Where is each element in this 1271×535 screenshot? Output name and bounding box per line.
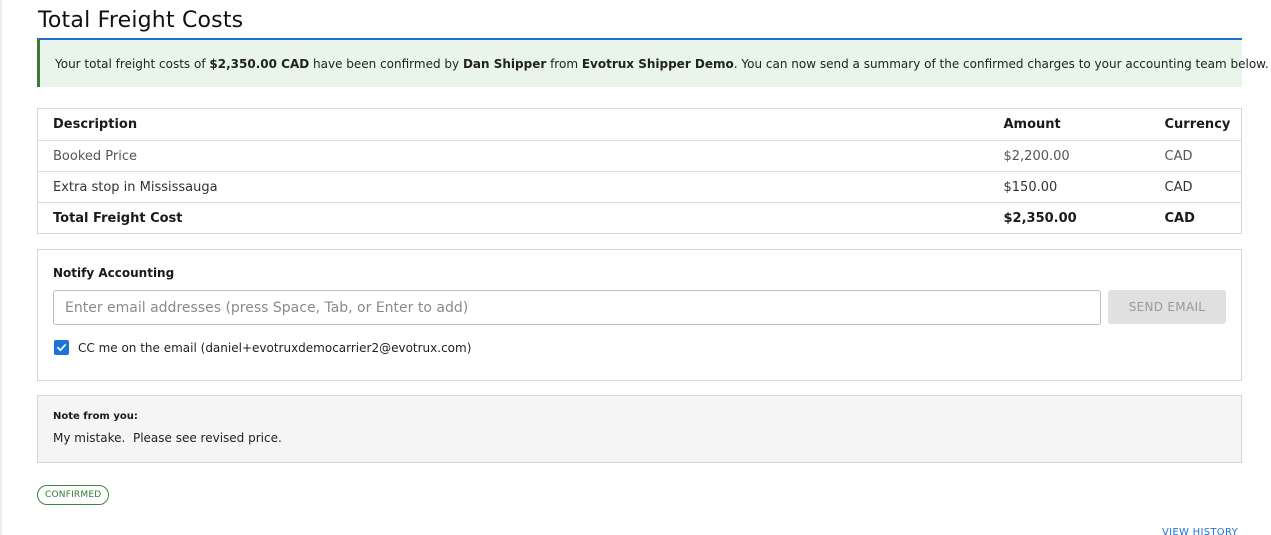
table-total-row: Total Freight Cost $2,350.00 CAD (38, 203, 1242, 234)
table-row: Booked Price $2,200.00 CAD (37, 141, 1242, 172)
send-email-button[interactable]: SEND EMAIL (1108, 290, 1226, 324)
note-label: Note from you: (53, 411, 138, 422)
row-amount: $2,200.00 (1003, 148, 1070, 164)
view-history-link[interactable]: VIEW HISTORY (1162, 527, 1238, 535)
note-text: My mistake. Please see revised price. (53, 431, 282, 445)
note-card: Note from you: My mistake. Please see re… (37, 395, 1242, 463)
page-left-border (0, 0, 2, 535)
total-currency: CAD (1164, 210, 1195, 226)
row-amount: $150.00 (1003, 179, 1058, 195)
table-header-row: Description Amount Currency (37, 109, 1242, 141)
row-description: Extra stop in Mississauga (53, 179, 218, 195)
header-amount: Amount (1003, 117, 1061, 132)
banner-text-mid2: from (546, 56, 582, 71)
cc-label: CC me on the email (daniel+evotruxdemoca… (78, 340, 472, 355)
email-addresses-input[interactable] (53, 290, 1101, 325)
banner-company: Evotrux Shipper Demo (581, 56, 734, 71)
table-row: Extra stop in Mississauga $150.00 CAD (37, 172, 1242, 203)
notify-accounting-title: Notify Accounting (53, 266, 175, 280)
banner-text-prefix: Your total freight costs of (55, 56, 210, 71)
freight-cost-table: Description Amount Currency Booked Price… (37, 108, 1242, 234)
status-badge: CONFIRMED (37, 485, 110, 505)
total-amount: $2,350.00 (1003, 210, 1077, 226)
banner-text-mid1: have been confirmed by (309, 56, 463, 71)
confirmation-banner: Your total freight costs of $2,350.00 CA… (37, 38, 1269, 87)
row-currency: CAD (1164, 148, 1193, 164)
checkmark-icon (57, 344, 66, 352)
cc-me-option[interactable]: CC me on the email (daniel+evotruxdemoca… (54, 340, 471, 355)
cc-checkbox[interactable] (54, 340, 69, 355)
page-title: Total Freight Costs (38, 8, 244, 33)
banner-text-suffix: . You can now send a summary of the conf… (733, 56, 1269, 71)
notify-accounting-card: Notify Accounting SEND EMAIL CC me on th… (37, 249, 1242, 381)
banner-person: Dan Shipper (462, 56, 547, 71)
banner-amount: $2,350.00 CAD (209, 56, 310, 71)
row-description: Booked Price (53, 148, 137, 164)
header-description: Description (53, 117, 138, 132)
total-description: Total Freight Cost (53, 210, 183, 226)
row-currency: CAD (1164, 179, 1193, 195)
header-currency: Currency (1164, 117, 1231, 132)
